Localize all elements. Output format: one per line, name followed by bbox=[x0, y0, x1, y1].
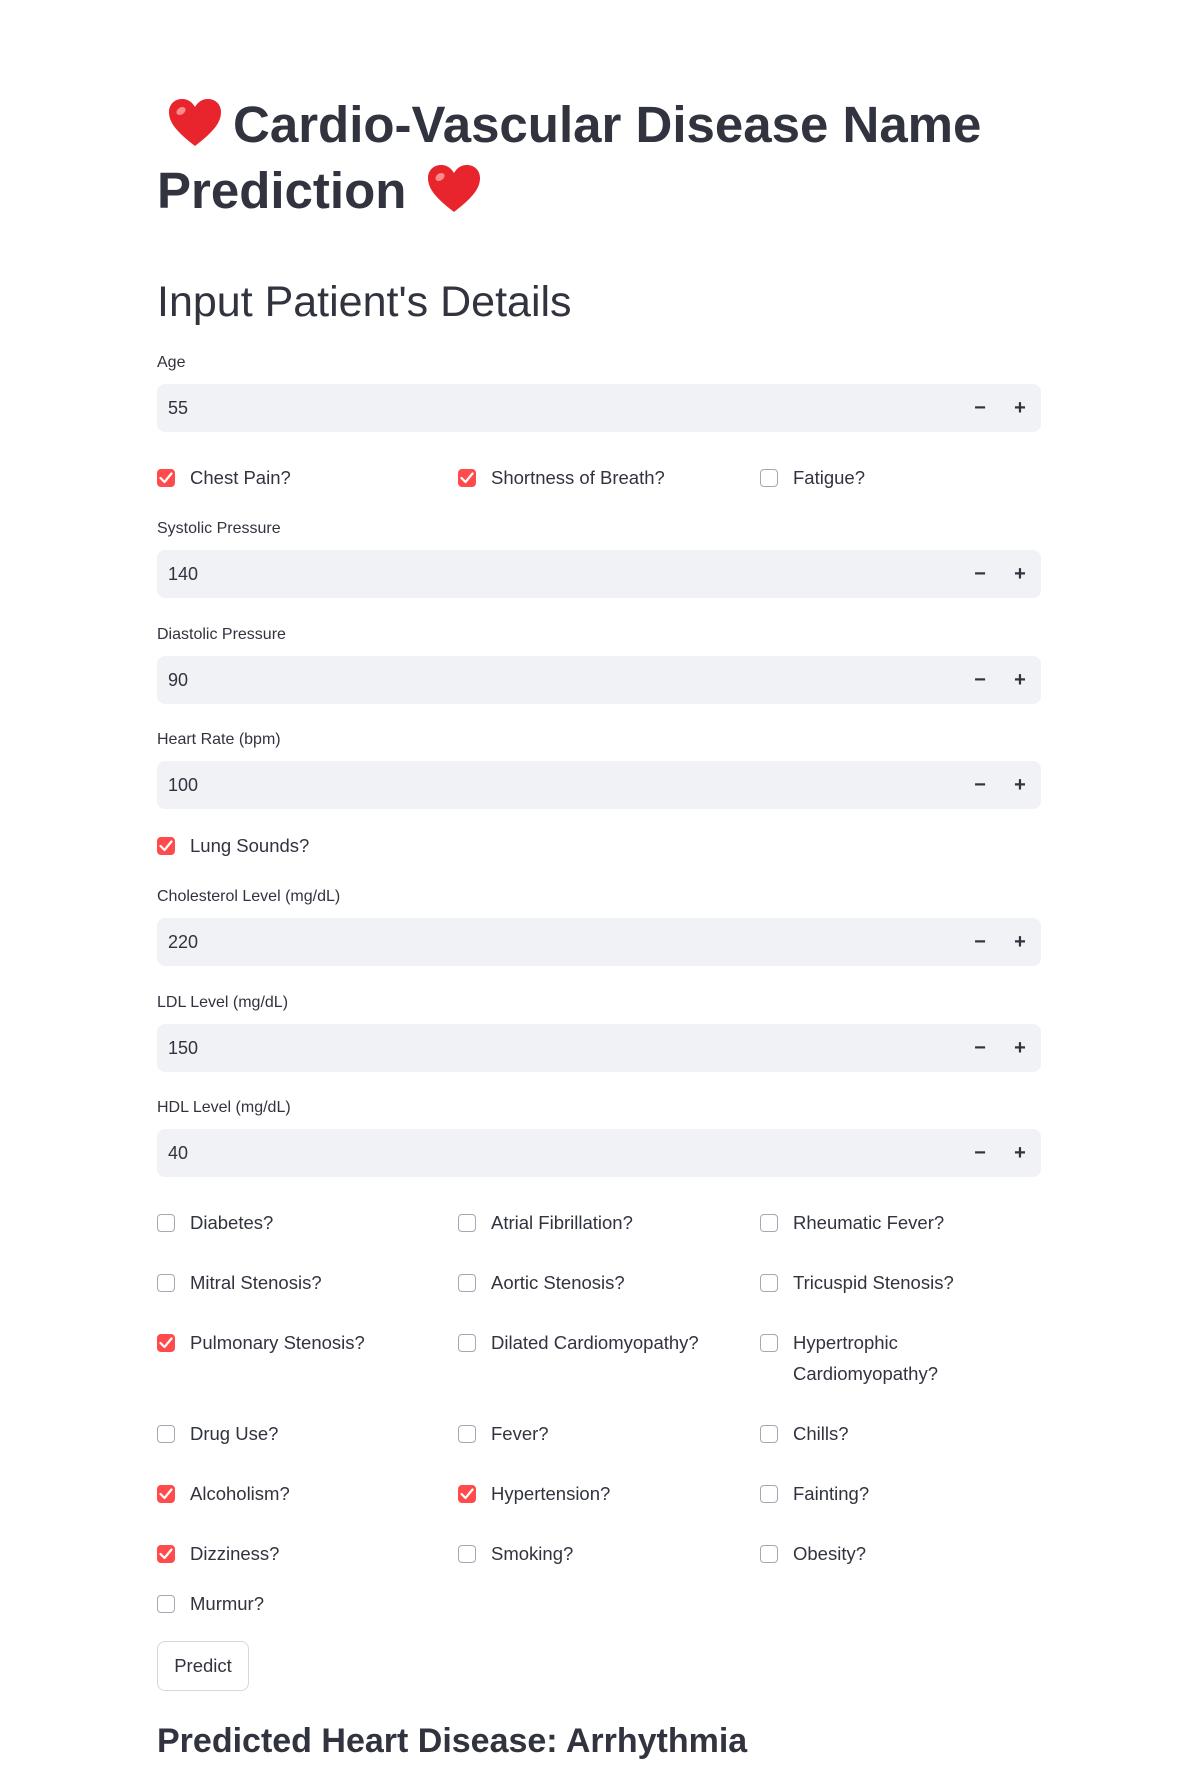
checkbox-box[interactable] bbox=[458, 1425, 476, 1443]
fever-label: Fever? bbox=[491, 1423, 549, 1444]
checkbox-box[interactable] bbox=[157, 1425, 175, 1443]
hdl-input[interactable]: 40 − + bbox=[157, 1129, 1041, 1177]
aortic-stenosis-label: Aortic Stenosis? bbox=[491, 1272, 625, 1293]
page-title-text-1: Cardio-Vascular Disease Name bbox=[233, 96, 982, 153]
section-subheader: Input Patient's Details bbox=[157, 278, 572, 326]
age-increment-button[interactable]: + bbox=[1000, 384, 1040, 432]
checkbox-box[interactable] bbox=[760, 1334, 778, 1352]
ldl-value[interactable]: 150 bbox=[168, 1024, 198, 1072]
dizziness-label: Dizziness? bbox=[190, 1543, 280, 1564]
check-icon[interactable] bbox=[157, 469, 175, 487]
checkbox-box[interactable] bbox=[458, 1334, 476, 1352]
hdl-increment-button[interactable]: + bbox=[1000, 1129, 1040, 1177]
checkbox-box[interactable] bbox=[760, 1545, 778, 1563]
check-icon[interactable] bbox=[157, 1334, 175, 1352]
drug-use-label: Drug Use? bbox=[190, 1423, 279, 1444]
page-title: Cardio-Vascular Disease Name Prediction bbox=[157, 92, 1042, 224]
fainting-label: Fainting? bbox=[793, 1483, 870, 1504]
heart-rate-value[interactable]: 100 bbox=[168, 761, 198, 809]
hypertrophic-cardiomyopathy-label: Hypertrophic Cardiomyopathy? bbox=[793, 1332, 938, 1384]
ldl-increment-button[interactable]: + bbox=[1000, 1024, 1040, 1072]
diastolic-increment-button[interactable]: + bbox=[1000, 656, 1040, 704]
heart-rate-decrement-button[interactable]: − bbox=[960, 761, 1000, 809]
checkbox-box[interactable] bbox=[760, 469, 778, 487]
smoking-label: Smoking? bbox=[491, 1543, 574, 1564]
age-value[interactable]: 55 bbox=[168, 384, 188, 432]
checkbox-box[interactable] bbox=[157, 1274, 175, 1292]
atrial-fibrillation-label: Atrial Fibrillation? bbox=[491, 1212, 633, 1233]
ldl-decrement-button[interactable]: − bbox=[960, 1024, 1000, 1072]
checkbox-box[interactable] bbox=[760, 1485, 778, 1503]
fatigue-label: Fatigue? bbox=[793, 467, 865, 488]
check-icon[interactable] bbox=[157, 1545, 175, 1563]
chest-pain-label: Chest Pain? bbox=[190, 467, 291, 488]
cholesterol-value[interactable]: 220 bbox=[168, 918, 198, 966]
page-title-text-2: Prediction bbox=[157, 162, 407, 219]
rheumatic-fever-label: Rheumatic Fever? bbox=[793, 1212, 945, 1233]
predict-button[interactable]: Predict bbox=[157, 1641, 249, 1691]
check-icon[interactable] bbox=[157, 837, 175, 855]
hdl-label: HDL Level (mg/dL) bbox=[157, 1099, 291, 1116]
diabetes-label: Diabetes? bbox=[190, 1212, 274, 1233]
age-label: Age bbox=[157, 354, 186, 371]
heart-icon bbox=[426, 164, 482, 214]
checkbox-box[interactable] bbox=[157, 1214, 175, 1232]
checkbox-box[interactable] bbox=[157, 1595, 175, 1613]
systolic-increment-button[interactable]: + bbox=[1000, 550, 1040, 598]
hdl-value[interactable]: 40 bbox=[168, 1129, 188, 1177]
systolic-decrement-button[interactable]: − bbox=[960, 550, 1000, 598]
murmur-label: Murmur? bbox=[190, 1593, 265, 1614]
heart-icon bbox=[167, 98, 223, 148]
obesity-label: Obesity? bbox=[793, 1543, 867, 1564]
hdl-decrement-button[interactable]: − bbox=[960, 1129, 1000, 1177]
hypertension-label: Hypertension? bbox=[491, 1483, 611, 1504]
prediction-result: Predicted Heart Disease: Arrhythmia bbox=[157, 1722, 748, 1760]
check-icon[interactable] bbox=[157, 1485, 175, 1503]
diastolic-decrement-button[interactable]: − bbox=[960, 656, 1000, 704]
checkbox-box[interactable] bbox=[458, 1274, 476, 1292]
systolic-label: Systolic Pressure bbox=[157, 520, 281, 537]
cholesterol-increment-button[interactable]: + bbox=[1000, 918, 1040, 966]
checkbox-box[interactable] bbox=[760, 1274, 778, 1292]
lung-sounds-label: Lung Sounds? bbox=[190, 835, 310, 856]
systolic-value[interactable]: 140 bbox=[168, 550, 198, 598]
shortness-of-breath-label: Shortness of Breath? bbox=[491, 467, 665, 488]
ldl-label: LDL Level (mg/dL) bbox=[157, 994, 289, 1011]
age-decrement-button[interactable]: − bbox=[960, 384, 1000, 432]
ldl-input[interactable]: 150 − + bbox=[157, 1024, 1041, 1072]
checkbox-box[interactable] bbox=[458, 1214, 476, 1232]
checkbox-box[interactable] bbox=[760, 1214, 778, 1232]
check-icon[interactable] bbox=[458, 1485, 476, 1503]
cholesterol-input[interactable]: 220 − + bbox=[157, 918, 1041, 966]
checkbox-box[interactable] bbox=[760, 1425, 778, 1443]
alcoholism-label: Alcoholism? bbox=[190, 1483, 290, 1504]
pulmonary-stenosis-label: Pulmonary Stenosis? bbox=[190, 1332, 365, 1353]
mitral-stenosis-label: Mitral Stenosis? bbox=[190, 1272, 322, 1293]
systolic-input[interactable]: 140 − + bbox=[157, 550, 1041, 598]
diastolic-input[interactable]: 90 − + bbox=[157, 656, 1041, 704]
cholesterol-decrement-button[interactable]: − bbox=[960, 918, 1000, 966]
heart-rate-input[interactable]: 100 − + bbox=[157, 761, 1041, 809]
dilated-cardiomyopathy-label: Dilated Cardiomyopathy? bbox=[491, 1332, 699, 1353]
chills-label: Chills? bbox=[793, 1423, 849, 1444]
heart-rate-increment-button[interactable]: + bbox=[1000, 761, 1040, 809]
checkbox-box[interactable] bbox=[458, 1545, 476, 1563]
cholesterol-label: Cholesterol Level (mg/dL) bbox=[157, 888, 341, 905]
age-input[interactable]: 55 − + bbox=[157, 384, 1041, 432]
tricuspid-stenosis-label: Tricuspid Stenosis? bbox=[793, 1272, 954, 1293]
heart-rate-label: Heart Rate (bpm) bbox=[157, 731, 281, 748]
check-icon[interactable] bbox=[458, 469, 476, 487]
diastolic-label: Diastolic Pressure bbox=[157, 626, 286, 643]
diastolic-value[interactable]: 90 bbox=[168, 656, 188, 704]
